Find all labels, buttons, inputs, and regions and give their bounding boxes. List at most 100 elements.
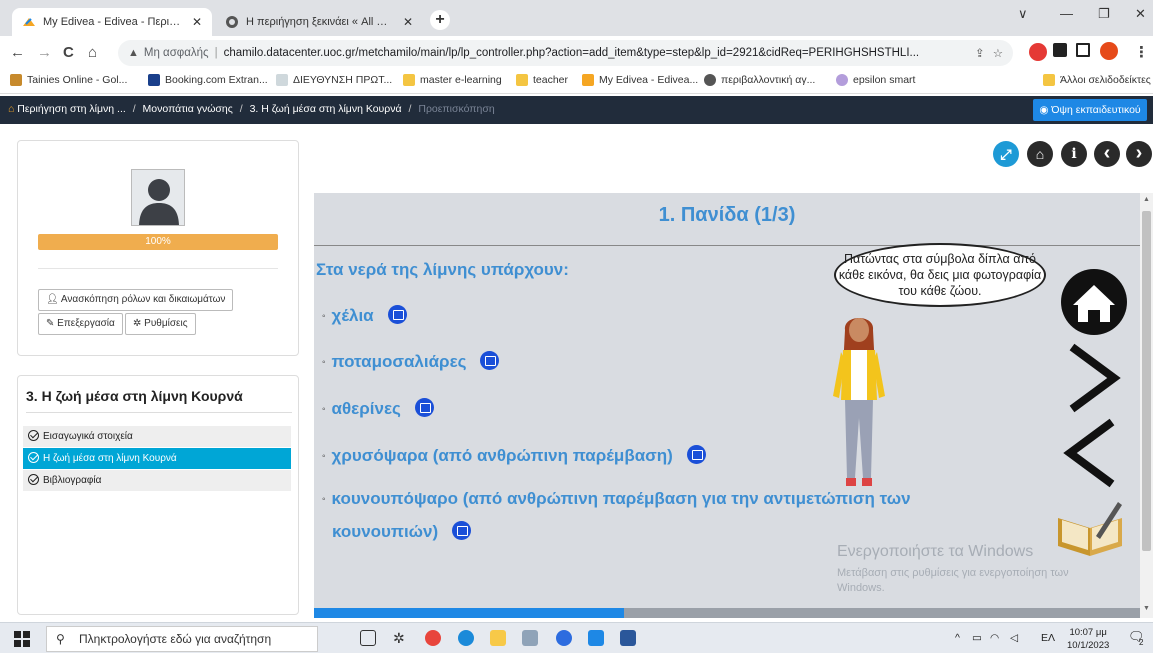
- star-icon[interactable]: ☆: [993, 46, 1003, 60]
- dropbox-icon[interactable]: [588, 630, 604, 646]
- task-view-icon[interactable]: [360, 630, 376, 646]
- roles-button[interactable]: 👤︎ Ανασκόπηση ρόλων και δικαιωμάτων: [38, 289, 234, 311]
- home-button[interactable]: ⌂: [88, 44, 97, 61]
- list-item: ◦ αθερίνες: [322, 398, 434, 419]
- file-explorer-icon[interactable]: [490, 630, 506, 646]
- globe-icon: [276, 74, 288, 86]
- bookmark-item[interactable]: Booking.com Extran...: [148, 74, 268, 86]
- folder-icon: [516, 74, 528, 86]
- profile-avatar[interactable]: [1100, 42, 1118, 60]
- address-row: ← → C ⌂ ▲ Μη ασφαλής | chamilo.datacente…: [0, 36, 1153, 70]
- lp-title: 3. Η ζωή μέσα στη λίμνη Κουρνά: [26, 388, 243, 404]
- other-bookmarks[interactable]: Άλλοι σελιδοδείκτες: [1043, 74, 1151, 86]
- restore-button[interactable]: ❐: [1098, 6, 1110, 22]
- fullscreen-button[interactable]: ⤢: [993, 141, 1019, 167]
- book-icon[interactable]: [1056, 498, 1126, 558]
- image-icon[interactable]: [480, 351, 500, 370]
- clock[interactable]: 10:07 μμ 10/1/2023: [1067, 626, 1109, 652]
- close-window-button[interactable]: ✕: [1135, 6, 1146, 22]
- home-icon[interactable]: ⌂: [8, 103, 14, 115]
- lp-item-life[interactable]: Η ζωή μέσα στη λίμνη Κουρνά: [23, 448, 291, 469]
- tab-search-icon[interactable]: ∨: [1018, 6, 1028, 22]
- chrome-icon[interactable]: [425, 630, 441, 646]
- new-tab-button[interactable]: +: [430, 10, 450, 30]
- bookmark-item[interactable]: master e-learning: [403, 74, 502, 86]
- image-icon[interactable]: [387, 305, 407, 324]
- slide-content: 1. Πανίδα (1/3) Στα νερά της λίμνης υπάρ…: [314, 193, 1140, 618]
- breadcrumb-course[interactable]: Περιήγηση στη λίμνη ...: [17, 103, 126, 115]
- address-bar[interactable]: ▲ Μη ασφαλής | chamilo.datacenter.uoc.gr…: [118, 40, 1013, 66]
- breadcrumb-learning-paths[interactable]: Μονοπάτια γνώσης: [143, 103, 233, 115]
- bookmark-item[interactable]: ΔΙΕΥΘΥΝΣΗ ΠΡΩΤ...: [276, 74, 392, 86]
- tab-close-icon[interactable]: ✕: [192, 15, 202, 29]
- reload-button[interactable]: C: [63, 44, 74, 61]
- url-text: chamilo.datacenter.uoc.gr/metchamilo/mai…: [223, 47, 920, 59]
- info-button[interactable]: i: [1061, 141, 1087, 167]
- image-icon[interactable]: [686, 445, 706, 464]
- word-icon[interactable]: [620, 630, 636, 646]
- windows-start-icon[interactable]: [14, 631, 30, 647]
- slide-prev-icon[interactable]: [1062, 418, 1122, 488]
- list-item: ◦ κουνουπόψαρο (από ανθρώπινη παρέμβαση γ…: [322, 489, 911, 508]
- screen: My Edivea - Edivea - Περιήγηση σ ✕ Η περ…: [0, 0, 1153, 653]
- sidebar-icon[interactable]: [1076, 43, 1090, 57]
- globe-favicon-icon: [225, 15, 239, 29]
- user-icon: 👤︎: [46, 294, 61, 305]
- scrollbar[interactable]: ▲ ▼: [1140, 193, 1153, 618]
- language-indicator[interactable]: ΕΛ: [1041, 632, 1055, 644]
- tab-title: Η περιήγηση ξεκινάει « All H5P C: [246, 16, 395, 28]
- tab-my-edivea[interactable]: My Edivea - Edivea - Περιήγηση σ ✕: [12, 8, 212, 36]
- lp-item-bibliography[interactable]: Βιβλιογραφία: [23, 470, 291, 491]
- volume-icon[interactable]: ◁: [1010, 632, 1018, 644]
- edivea-favicon-icon: [22, 15, 36, 29]
- wifi-icon[interactable]: ◠: [990, 632, 999, 644]
- scroll-thumb[interactable]: [1142, 211, 1151, 551]
- bookmark-item[interactable]: My Edivea - Edivea...: [582, 74, 698, 86]
- lp-item-intro[interactable]: Εισαγωγικά στοιχεία: [23, 426, 291, 447]
- tab-h5p[interactable]: Η περιήγηση ξεκινάει « All H5P C ✕: [215, 8, 423, 36]
- taskbar: ⚲ Πληκτρολογήστε εδώ για αναζήτηση ✲ ^ ▭…: [0, 622, 1153, 653]
- slide-home-icon[interactable]: [1059, 267, 1129, 337]
- home-nav-button[interactable]: ⌂: [1027, 141, 1053, 167]
- bookmark-item[interactable]: teacher: [516, 74, 568, 86]
- teacher-view-button[interactable]: ◉ Όψη εκπαιδευτικού: [1033, 99, 1147, 121]
- tab-close-icon[interactable]: ✕: [403, 15, 413, 29]
- edit-button[interactable]: ✎ Επεξεργασία: [38, 313, 123, 335]
- speech-bubble: Πατώντας στα σύμβολα δίπλα από κάθε εικό…: [834, 243, 1046, 307]
- menu-icon[interactable]: ⋮: [1134, 43, 1149, 61]
- edge-icon[interactable]: [458, 630, 474, 646]
- breadcrumb-lp[interactable]: 3. Η ζωή μέσα στη λίμνη Κουρνά: [250, 103, 402, 115]
- tray-chevron-icon[interactable]: ^: [955, 632, 960, 644]
- bookmark-item[interactable]: epsilon smart: [836, 74, 915, 86]
- booking-icon: [148, 74, 160, 86]
- back-button[interactable]: ←: [10, 44, 25, 61]
- film-icon: [10, 74, 22, 86]
- image-icon[interactable]: [452, 521, 472, 540]
- minimize-button[interactable]: —: [1060, 6, 1073, 21]
- next-button[interactable]: ›: [1126, 141, 1152, 167]
- scroll-down-icon[interactable]: ▼: [1143, 605, 1150, 612]
- progress-bar: 100%: [38, 234, 278, 250]
- adblock-extension-icon[interactable]: [1029, 43, 1047, 61]
- settings-button[interactable]: ✲ Ρυθμίσεις: [125, 313, 196, 335]
- slide-next-icon[interactable]: [1062, 343, 1122, 413]
- breadcrumb: ⌂ Περιήγηση στη λίμνη ... / Μονοπάτια γν…: [8, 103, 495, 115]
- user-silhouette-icon: [139, 179, 179, 225]
- image-icon[interactable]: [414, 398, 434, 417]
- bookmark-item[interactable]: Tainies Online - Gol...: [10, 74, 127, 86]
- network-icon[interactable]: ▭: [972, 632, 982, 644]
- bookmark-item[interactable]: περιβαλλοντική αγ...: [704, 74, 815, 86]
- taskbar-search[interactable]: ⚲ Πληκτρολογήστε εδώ για αναζήτηση: [46, 626, 318, 652]
- settings-gear-icon[interactable]: ✲: [393, 630, 409, 646]
- prev-button[interactable]: ‹: [1094, 141, 1120, 167]
- share-icon[interactable]: ⇪: [975, 46, 985, 60]
- gear-icon: ✲: [133, 318, 145, 329]
- slide-progress-fill: [314, 608, 624, 618]
- app-icon[interactable]: [522, 630, 538, 646]
- extension-icon[interactable]: [1053, 43, 1067, 57]
- scroll-up-icon[interactable]: ▲: [1143, 196, 1150, 203]
- sigma-app-icon[interactable]: [556, 630, 572, 646]
- globe-icon: [704, 74, 716, 86]
- list-item-continued: κουνουπιών): [332, 521, 472, 542]
- forward-button[interactable]: →: [37, 44, 52, 61]
